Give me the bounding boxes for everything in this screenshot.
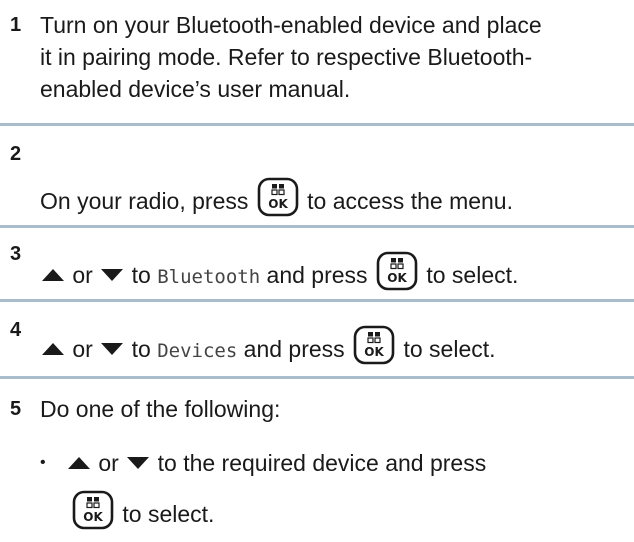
step-number: 3: [10, 243, 22, 265]
step-number: 4: [10, 319, 22, 341]
ok-key-label: OK: [387, 271, 407, 285]
up-arrow-icon: [40, 333, 66, 365]
step-number: 1: [10, 14, 22, 36]
ok-key-label: OK: [268, 197, 288, 211]
step-number: 2: [10, 143, 22, 165]
menu-ok-key-icon: OK: [72, 490, 114, 538]
menu-item-bluetooth: Bluetooth: [157, 266, 261, 288]
step-1-line-3: enabled device’s user manual.: [40, 76, 351, 102]
and-press-text: and press: [243, 336, 345, 362]
step-divider: [0, 299, 634, 302]
down-arrow-icon: [99, 259, 125, 291]
step-5-intro: Do one of the following:: [40, 396, 281, 422]
step-divider: [0, 376, 634, 379]
or-text: or: [72, 262, 93, 288]
menu-item-devices: Devices: [157, 340, 238, 362]
or-text: or: [98, 450, 119, 476]
step-divider: [0, 123, 634, 126]
up-arrow-icon: [66, 447, 92, 479]
step-1-text: Turn on your Bluetooth-enabled device an…: [40, 9, 542, 105]
step-2-after: to access the menu.: [307, 188, 513, 214]
down-arrow-icon: [125, 447, 151, 479]
step-4-after: to select.: [403, 336, 496, 362]
to-text: to: [131, 336, 151, 362]
step-3-after: to select.: [426, 262, 519, 288]
ok-key-label: OK: [83, 510, 103, 524]
step-5-bullet-text: to the required device and press: [157, 450, 487, 476]
step-3-text: or to Bluetooth and press OK to select.: [40, 251, 518, 299]
or-text: or: [72, 336, 93, 362]
step-2-before: On your radio, press: [40, 188, 249, 214]
ok-key-label: OK: [364, 345, 384, 359]
step-2-text: On your radio, press OK to access the me…: [40, 177, 513, 225]
step-1-line-2: it in pairing mode. Refer to respective …: [40, 44, 533, 70]
menu-ok-key-icon: OK: [376, 251, 418, 299]
step-divider: [0, 225, 634, 228]
menu-ok-key-icon: OK: [257, 177, 299, 225]
step-5-bullet-item: • or to the required device and press: [40, 447, 486, 479]
to-text: to: [131, 262, 151, 288]
step-5-bullet-continuation: OK to select.: [70, 490, 214, 538]
step-1-line-1: Turn on your Bluetooth-enabled device an…: [40, 12, 542, 38]
step-number: 5: [10, 398, 22, 420]
step-4-text: or to Devices and press OK to select.: [40, 325, 496, 373]
bullet: •: [40, 454, 46, 471]
up-arrow-icon: [40, 259, 66, 291]
down-arrow-icon: [99, 333, 125, 365]
and-press-text: and press: [266, 262, 368, 288]
step-5-after: to select.: [122, 501, 215, 527]
menu-ok-key-icon: OK: [353, 325, 395, 373]
